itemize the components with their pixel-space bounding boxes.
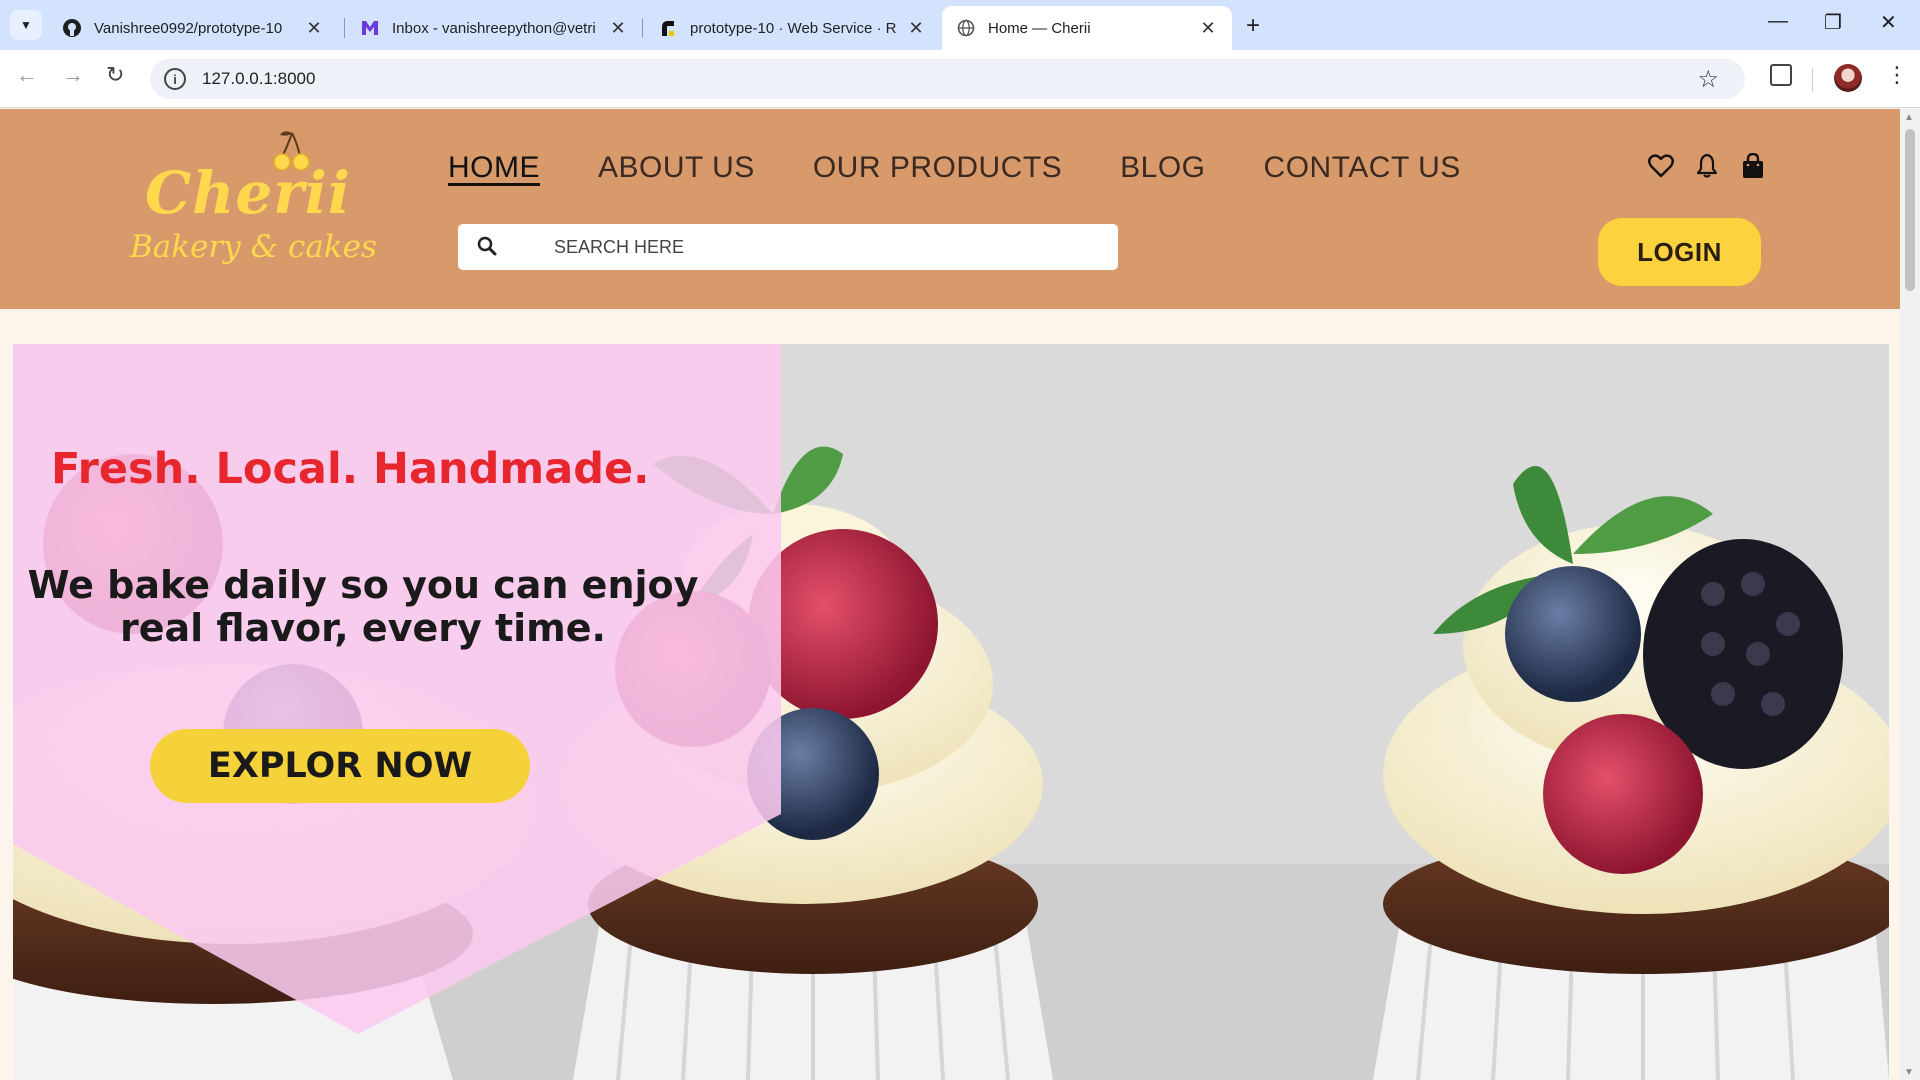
hero-description: We bake daily so you can enjoy real flav… — [13, 564, 713, 650]
hero-banner: Fresh. Local. Handmade. We bake daily so… — [13, 344, 1889, 1080]
nav-our-products[interactable]: OUR PRODUCTS — [813, 151, 1062, 185]
minimize-icon[interactable]: — — [1768, 10, 1788, 33]
site-info-icon[interactable]: i — [164, 68, 186, 90]
back-arrow-icon[interactable]: ← — [16, 62, 38, 88]
scrollbar-thumb[interactable] — [1905, 129, 1915, 291]
hero-tagline: Fresh. Local. Handmade. — [51, 444, 650, 494]
profile-avatar[interactable] — [1834, 64, 1862, 92]
globe-icon — [956, 18, 976, 38]
browser-tab-render[interactable]: prototype-10 · Web Service · R ✕ — [644, 6, 940, 50]
browser-menu-icon[interactable]: ⋮ — [1886, 62, 1908, 88]
close-icon[interactable]: ✕ — [906, 18, 926, 39]
bell-icon[interactable] — [1694, 153, 1720, 179]
bookmark-star-icon[interactable]: ☆ — [1697, 65, 1719, 94]
close-icon[interactable]: ✕ — [304, 18, 324, 39]
header-icons — [1648, 153, 1766, 179]
site-header: Cherii Bakery & cakes HOME ABOUT US OUR … — [0, 109, 1900, 309]
logo-tagline: Bakery & cakes — [130, 229, 377, 265]
github-icon — [62, 18, 82, 38]
nav-home[interactable]: HOME — [448, 151, 540, 185]
browser-tab-inbox[interactable]: Inbox - vanishreepython@vetri ✕ — [346, 6, 642, 50]
close-icon[interactable]: ✕ — [608, 18, 628, 39]
site-search — [458, 224, 1118, 270]
login-button[interactable]: LOGIN — [1598, 218, 1761, 286]
mail-icon — [360, 18, 380, 38]
page-scrollbar[interactable]: ▲ ▼ — [1900, 109, 1920, 1080]
tab-title: prototype-10 · Web Service · R — [690, 19, 897, 37]
reload-icon[interactable]: ↻ — [106, 62, 124, 88]
new-tab-icon[interactable]: + — [1246, 12, 1260, 40]
restore-icon[interactable]: ❐ — [1824, 10, 1842, 35]
tab-separator — [344, 18, 345, 38]
tab-title: Vanishree0992/prototype-10 — [94, 19, 283, 37]
tab-title: Inbox - vanishreepython@vetri — [392, 19, 596, 37]
heart-icon[interactable] — [1648, 153, 1674, 179]
nav-contact-us[interactable]: CONTACT US — [1264, 151, 1461, 185]
forward-arrow-icon[interactable]: → — [62, 62, 84, 88]
hero-description-line-2: real flavor, every time. — [120, 606, 606, 650]
render-icon — [658, 18, 678, 38]
nav-about-us[interactable]: ABOUT US — [598, 151, 755, 185]
browser-tab-home-cherii[interactable]: Home — Cherii ✕ — [942, 6, 1232, 50]
nav-blog[interactable]: BLOG — [1120, 151, 1205, 185]
close-icon[interactable]: ✕ — [1198, 18, 1218, 39]
chevron-down-icon: ▼ — [20, 18, 32, 32]
cherii-logo[interactable]: Cherii Bakery & cakes — [130, 129, 377, 279]
main-nav: HOME ABOUT US OUR PRODUCTS BLOG CONTACT … — [448, 151, 1461, 185]
shopping-bag-icon[interactable] — [1740, 153, 1766, 179]
tab-separator — [642, 18, 643, 38]
scroll-up-arrow-icon[interactable]: ▲ — [1904, 112, 1914, 123]
hero-description-line-1: We bake daily so you can enjoy — [27, 563, 699, 607]
browser-toolbar: ← → ↻ i 127.0.0.1:8000 ☆ ⋮ — [0, 50, 1920, 108]
search-icon[interactable] — [474, 233, 502, 261]
hero-text-panel: Fresh. Local. Handmade. We bake daily so… — [13, 344, 781, 1080]
extensions-icon[interactable] — [1770, 64, 1792, 86]
explore-now-button[interactable]: EXPLOR NOW — [150, 729, 530, 803]
toolbar-separator — [1812, 68, 1813, 92]
tab-search-button[interactable]: ▼ — [10, 10, 42, 40]
browser-tab-github[interactable]: Vanishree0992/prototype-10 ✕ — [48, 6, 338, 50]
browser-tab-strip: ▼ Vanishree0992/prototype-10 ✕ Inbox - v… — [0, 0, 1920, 50]
logo-name: Cherii — [145, 159, 351, 227]
tab-title: Home — Cherii — [988, 19, 1091, 37]
address-bar[interactable]: i 127.0.0.1:8000 ☆ — [150, 59, 1745, 99]
address-url: 127.0.0.1:8000 — [202, 69, 316, 88]
search-input[interactable] — [554, 236, 1054, 258]
scroll-down-arrow-icon[interactable]: ▼ — [1904, 1067, 1914, 1078]
window-close-icon[interactable]: ✕ — [1880, 10, 1897, 35]
